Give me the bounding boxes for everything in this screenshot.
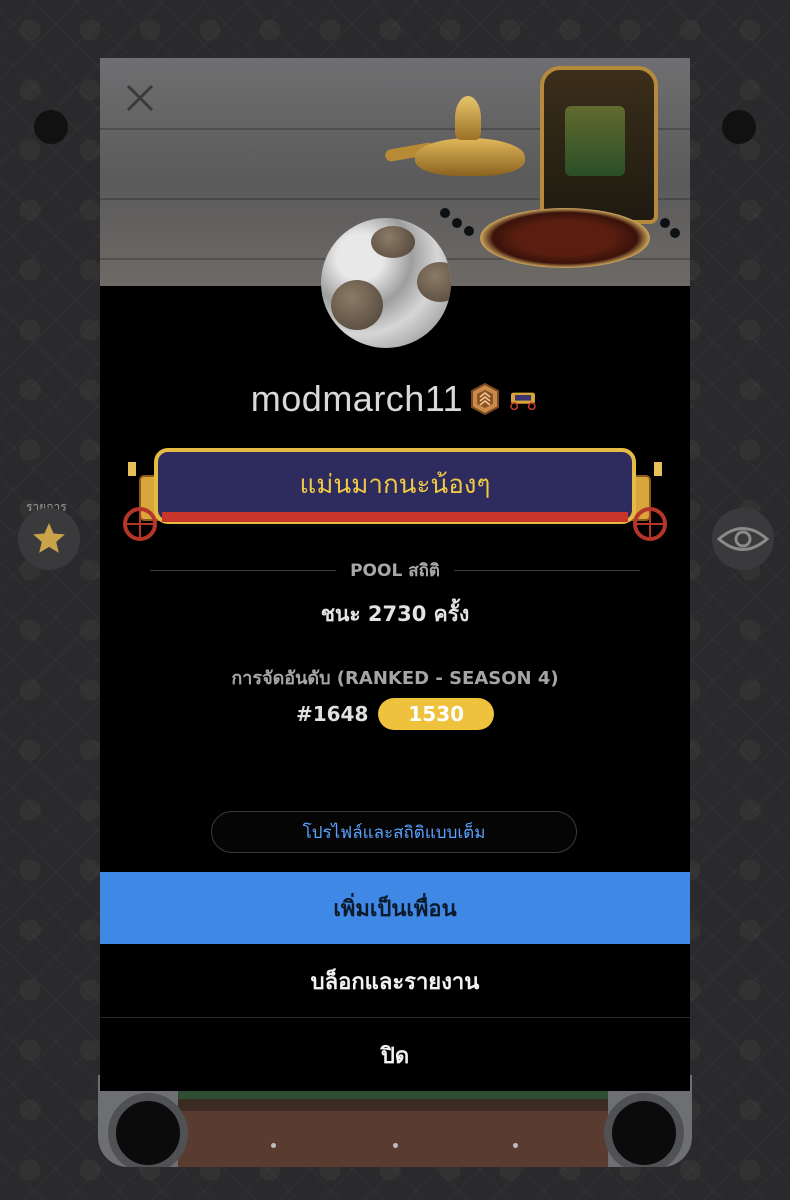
profile-modal: modmarch11 แม่นมากนะน้องๆ POOL สถิติ ชนะ… [100, 58, 690, 1091]
banner-bead [670, 228, 680, 238]
wins-count: ชนะ 2730 ครั้ง [320, 602, 470, 626]
add-friend-button[interactable]: เพิ่มเป็นเพื่อน [100, 872, 690, 944]
table-pocket-top-left [34, 110, 68, 144]
divider [150, 569, 337, 571]
full-profile-button[interactable]: โปรไฟล์และสถิติแบบเต็ม [211, 811, 577, 853]
banner-bead [464, 226, 474, 236]
avatar-bird [417, 262, 451, 302]
table-diamond [393, 1143, 398, 1148]
star-icon [33, 523, 65, 553]
table-rail [178, 1099, 608, 1167]
ranking-label: การจัดอันดับ (RANKED - SEASON 4) [231, 668, 559, 689]
close-icon[interactable] [122, 80, 158, 116]
eye-icon [717, 527, 769, 551]
banner-bead [660, 218, 670, 228]
spectate-button[interactable] [712, 508, 774, 570]
username-row: modmarch11 [100, 378, 690, 420]
avatar-bird [331, 280, 383, 330]
rank-badge-icon [471, 383, 500, 415]
pool-stats-label: POOL สถิติ [350, 560, 440, 581]
player-title-plaque: แม่นมากนะน้องๆ [122, 446, 668, 542]
banner-bead [452, 218, 462, 228]
carriage-badge-icon [510, 392, 537, 411]
rank-points-badge: 1530 [378, 698, 495, 730]
ranking-row: #1648 1530 [100, 698, 690, 730]
table-diamond [271, 1143, 276, 1148]
avatar [321, 218, 451, 348]
banner-dates-bowl [480, 208, 650, 268]
rank-number: #1648 [295, 702, 369, 726]
table-diamond [513, 1143, 518, 1148]
table-pocket-top-right [722, 110, 756, 144]
banner-lamp-top [455, 96, 481, 140]
list-button[interactable] [18, 508, 80, 570]
pool-stats-heading: POOL สถิติ [150, 558, 641, 582]
banner-lamp [415, 138, 525, 176]
table-pocket-bottom-right [604, 1093, 684, 1167]
close-button[interactable]: ปิด [100, 1019, 690, 1091]
username: modmarch11 [250, 378, 464, 419]
banner-bead [440, 208, 450, 218]
divider [453, 569, 641, 571]
player-title: แม่นมากนะน้องๆ [299, 470, 491, 500]
table-pocket-bottom-left [108, 1093, 188, 1167]
banner-lantern-glass [565, 106, 625, 176]
avatar-bird [371, 226, 415, 258]
block-report-button[interactable]: บล็อกและรายงาน [100, 946, 690, 1018]
